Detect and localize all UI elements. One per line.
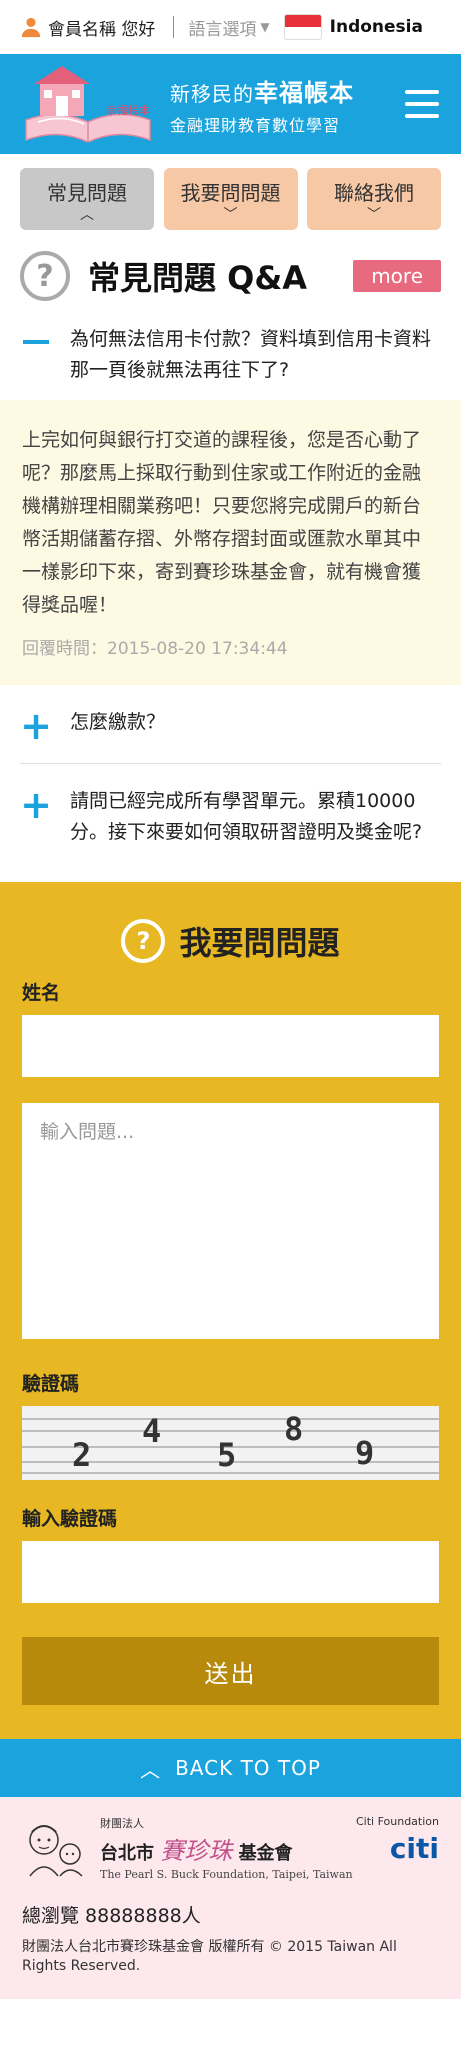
back-to-top-label: BACK TO TOP (175, 1756, 321, 1780)
more-button[interactable]: more (353, 260, 441, 292)
ask-question-form: ? 我要問問題 姓名 驗證碼 2 4 5 8 9 輸入驗證碼 送出 (0, 882, 461, 1739)
user-greeting[interactable]: 會員名稱 您好 (20, 15, 155, 40)
language-name[interactable]: Indonesia (330, 17, 423, 37)
back-to-top-button[interactable]: ︿ BACK TO TOP (0, 1739, 461, 1797)
citi-foundation-logo[interactable]: Citi Foundation citi (356, 1815, 439, 1865)
foundation-suffix: 基金會 (238, 1843, 293, 1864)
caret-down-icon: ▼ (260, 20, 270, 34)
submit-button[interactable]: 送出 (22, 1637, 439, 1705)
site-header: 幸福帳本 新移民的幸福帳本 金融理財教育數位學習 (0, 54, 461, 154)
question-mark-icon: ? (20, 251, 70, 301)
faq-question[interactable]: 請問已經完成所有學習單元。累積10000分。接下來要如何領取研習證明及獎金呢? (70, 786, 441, 848)
chevron-down-icon: ﹀ (223, 206, 238, 223)
language-label: 語言選項 (188, 19, 257, 40)
foundation-english-name: The Pearl S. Buck Foundation, Taipei, Ta… (100, 1868, 353, 1881)
faq-item-open[interactable]: 為何無法信用卡付款？資料填到信用卡資料那一頁後就無法再往下了? (0, 312, 461, 400)
plus-icon[interactable]: + (20, 707, 52, 745)
tab-contact-us[interactable]: 聯絡我們 ﹀ (307, 168, 441, 230)
question-field[interactable] (22, 1103, 439, 1339)
logo-title-small: 新移民的 (170, 81, 254, 106)
chevron-down-icon: ﹀ (367, 206, 381, 223)
visit-counter: 總瀏覽 88888888人 (22, 1905, 201, 1927)
captcha-image: 2 4 5 8 9 (22, 1406, 439, 1480)
faq-item[interactable]: + 請問已經完成所有學習單元。累積10000分。接下來要如何領取研習證明及獎金呢… (0, 764, 461, 870)
menu-icon[interactable] (405, 90, 439, 118)
language-selector[interactable]: 語言選項 ▼ (188, 15, 269, 40)
user-label: 會員名稱 您好 (48, 19, 156, 40)
foundation-logo[interactable]: 財團法人 台北市 賽珍珠 基金會 The Pearl S. Buck Found… (22, 1815, 353, 1881)
citi-foundation-label: Citi Foundation (355, 1815, 439, 1828)
tab-faq[interactable]: 常見問題 ︿ (20, 168, 154, 230)
tab-label: 聯絡我們 (334, 180, 414, 205)
captcha-label: 驗證碼 (22, 1373, 80, 1395)
minus-icon[interactable] (23, 340, 49, 344)
citi-logo: citi (389, 1832, 439, 1865)
logo-book-text: 幸福帳本 (106, 103, 150, 117)
faq-question[interactable]: 怎麼繳款？ (70, 707, 165, 741)
top-bar: 會員名稱 您好 語言選項 ▼ Indonesia (0, 0, 461, 54)
captcha-input-label: 輸入驗證碼 (22, 1508, 118, 1530)
foundation-name-cursive: 賽珍珠 (160, 1837, 233, 1865)
name-field[interactable] (22, 1015, 439, 1077)
captcha-field[interactable] (22, 1541, 439, 1603)
chevron-up-icon: ︿ (80, 206, 94, 223)
logo-illustration[interactable]: 幸福帳本 (18, 62, 158, 146)
foundation-small-label: 財團法人 (100, 1817, 144, 1830)
faq-header: ? 常見問題 Q&A more (0, 240, 461, 312)
captcha-digit: 2 (72, 1436, 92, 1474)
answer-timestamp: 回覆時間：2015-08-20 17:34:44 (22, 639, 288, 659)
captcha-digit: 8 (284, 1410, 304, 1448)
name-label: 姓名 (22, 982, 61, 1004)
section-tabs: 常見問題 ︿ 我要問問題 ﹀ 聯絡我們 ﹀ (0, 154, 461, 240)
ask-form-title: 我要問問題 (179, 924, 340, 962)
plus-icon[interactable]: + (20, 786, 52, 848)
tab-ask-question[interactable]: 我要問問題 ﹀ (163, 168, 298, 230)
captcha-digit: 5 (217, 1436, 237, 1474)
logo-subtitle: 金融理財教育數位學習 (170, 115, 341, 135)
tab-label: 常見問題 (47, 180, 127, 205)
captcha-digit: 4 (142, 1412, 162, 1450)
faq-item[interactable]: + 怎麼繳款？ (0, 685, 461, 763)
faq-answer-text: 上完如何與銀行打交道的課程後，您是否心動了呢？那麼馬上採取行動到住家或工作附近的… (22, 429, 422, 616)
foundation-city: 台北市 (100, 1843, 154, 1864)
ask-form-header: ? 我要問問題 (22, 918, 439, 964)
faq-question[interactable]: 為何無法信用卡付款？資料填到信用卡資料那一頁後就無法再往下了? (70, 324, 441, 386)
captcha-digit: 9 (355, 1434, 375, 1472)
logo-title-big: 幸福帳本 (254, 78, 354, 107)
footer: 財團法人 台北市 賽珍珠 基金會 The Pearl S. Buck Found… (0, 1797, 461, 1999)
chevron-up-icon: ︿ (140, 1757, 162, 1782)
divider (173, 16, 175, 38)
tab-label: 我要問問題 (180, 180, 281, 205)
question-mark-icon: ? (121, 919, 166, 963)
logo-text[interactable]: 新移民的幸福帳本 金融理財教育數位學習 (170, 73, 354, 136)
user-icon (21, 17, 41, 38)
copyright: 財團法人台北市賽珍珠基金會 版權所有 © 2015 Taiwan All Rig… (22, 1939, 397, 1974)
page-title: 常見問題 Q&A (88, 259, 308, 297)
faq-answer: 上完如何與銀行打交道的課程後，您是否心動了呢？那麼馬上採取行動到住家或工作附近的… (0, 400, 461, 685)
founder-portrait-icon (29, 1825, 83, 1877)
indonesia-flag-icon[interactable] (283, 14, 322, 40)
